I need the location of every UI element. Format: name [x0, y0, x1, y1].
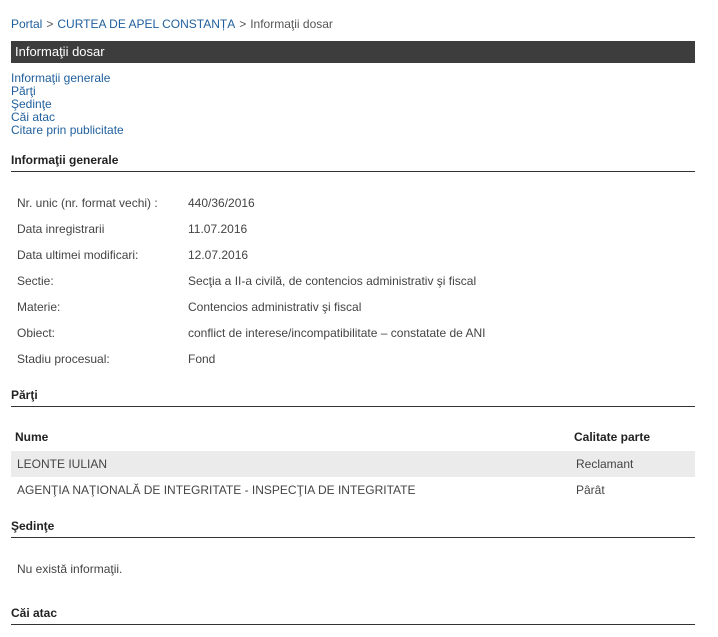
column-header-name: Nume: [15, 430, 49, 444]
info-value: conflict de interese/incompatibilitate –…: [188, 326, 486, 340]
info-value: Secţia a II-a civilă, de contencios admi…: [188, 274, 477, 288]
breadcrumb: Portal > CURTEA DE APEL CONSTANȚA > Informaţ…: [11, 17, 333, 31]
info-label: Obiect:: [17, 326, 56, 340]
info-label: Sectie:: [17, 274, 54, 288]
party-name: AGENŢIA NAŢIONALĂ DE INTEGRITATE - INSPE…: [17, 483, 416, 497]
breadcrumb-separator: >: [239, 17, 247, 31]
column-header-party-role: Calitate parte: [574, 430, 651, 444]
party-role: Pârât: [576, 483, 605, 497]
table-row: AGENŢIA NAŢIONALĂ DE INTEGRITATE - INSPE…: [11, 477, 695, 503]
section-heading-general-info: Informaţii generale: [11, 153, 695, 172]
section-quick-nav: Informaţii generale Părţi Şedinţe Căi at…: [11, 72, 124, 137]
section-heading-parties: Părţi: [11, 388, 695, 407]
hearings-empty-message: Nu există informaţii.: [17, 562, 123, 576]
info-value: Contencios administrativ şi fiscal: [188, 300, 362, 314]
info-label: Stadiu procesual:: [17, 352, 110, 366]
breadcrumb-current: Informaţii dosar: [250, 17, 333, 31]
parties-table-header: Nume Calitate parte: [11, 430, 695, 450]
page-title: Informaţii dosar: [11, 41, 695, 63]
info-value: Fond: [188, 352, 216, 366]
info-value: 12.07.2016: [188, 248, 249, 262]
breadcrumb-separator: >: [46, 17, 54, 31]
info-label: Nr. unic (nr. format vechi) :: [17, 196, 158, 210]
party-name: LEONTE IULIAN: [17, 457, 108, 471]
info-value: 11.07.2016: [188, 222, 248, 236]
party-role: Reclamant: [576, 457, 634, 471]
info-label: Data inregistrarii: [17, 222, 105, 236]
table-row: LEONTE IULIAN Reclamant: [11, 451, 695, 477]
info-value: 440/36/2016: [188, 196, 255, 210]
section-heading-appeals: Căi atac: [11, 606, 695, 625]
breadcrumb-portal-link[interactable]: Portal: [11, 17, 42, 31]
quicknav-publicity-summons-link[interactable]: Citare prin publicitate: [11, 124, 124, 137]
info-label: Materie:: [17, 300, 61, 314]
section-heading-hearings: Şedinţe: [11, 519, 695, 538]
breadcrumb-court-link[interactable]: CURTEA DE APEL CONSTANȚA: [57, 17, 235, 31]
info-label: Data ultimei modificari:: [17, 248, 139, 262]
